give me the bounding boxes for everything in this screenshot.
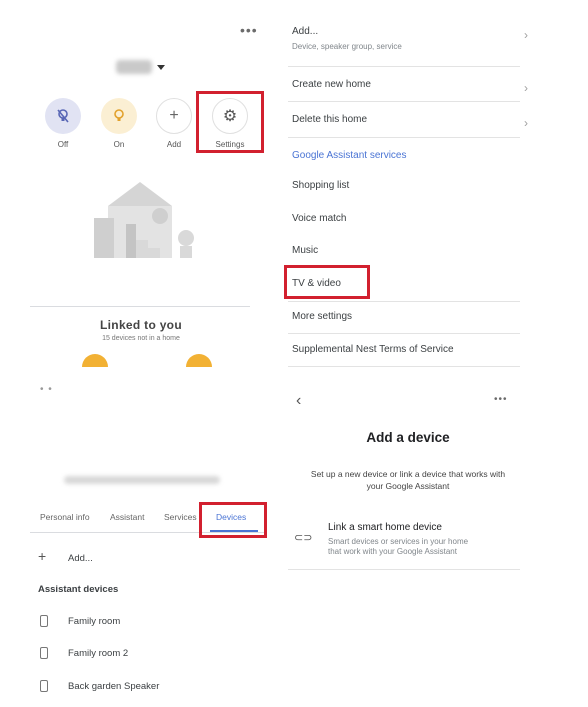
linked-subtitle: 15 devices not in a home [102, 335, 180, 342]
tab-personal-info[interactable]: Personal info [40, 512, 90, 522]
link-icon: ⊂⊃ [294, 532, 313, 544]
section-divider [30, 306, 250, 307]
device-name: Family room 2 [68, 648, 129, 659]
shopping-list-item[interactable]: Shopping list [292, 180, 522, 191]
create-home-row[interactable]: Create new home › [292, 79, 528, 95]
divider [288, 137, 520, 138]
link-smart-home-row[interactable]: ⊂⊃ Link a smart home device Smart device… [292, 520, 522, 566]
lights-off-button[interactable] [45, 98, 81, 134]
divider [288, 569, 520, 570]
nest-terms-item[interactable]: Supplemental Nest Terms of Service [292, 344, 522, 355]
device-name: Back garden Speaker [68, 681, 160, 692]
more-options-icon[interactable]: ••• [494, 394, 508, 405]
plus-icon: + [169, 107, 179, 124]
add-button[interactable]: + [156, 98, 192, 134]
music-item[interactable]: Music [292, 245, 522, 256]
bulb-off-icon [57, 109, 69, 123]
voice-match-item[interactable]: Voice match [292, 213, 522, 224]
subtitle-line: your Google Assistant [366, 481, 450, 491]
delete-home-row[interactable]: Delete this home › [292, 114, 528, 130]
tv-video-highlight [284, 265, 370, 299]
linked-title: Linked to you [100, 318, 182, 332]
add-device-panel: ‹ ••• Add a device Set up a new device o… [282, 378, 588, 707]
account-email-blurred [64, 476, 220, 484]
settings-highlight [196, 91, 264, 153]
page-title: Add a device [366, 430, 450, 445]
home-selector[interactable] [116, 58, 172, 76]
page-subtitle: Set up a new device or link a device tha… [290, 468, 526, 492]
linked-section: Linked to you 15 devices not in a home [0, 318, 282, 342]
more-settings-item[interactable]: More settings [292, 311, 522, 322]
chevron-right-icon: › [524, 81, 528, 95]
create-home-label: Create new home [292, 79, 371, 90]
device-name: Family room [68, 616, 121, 627]
chevron-right-icon: › [524, 28, 528, 42]
add-row-sublabel: Device, speaker group, service [292, 42, 402, 51]
link-subtitle: Smart devices or services in your home t… [328, 537, 468, 557]
home-illustration [94, 182, 194, 258]
off-label: Off [57, 140, 69, 149]
delete-home-label: Delete this home [292, 114, 368, 125]
home-panel: ••• + ⚙ Off On Add Settings Linked to yo… [0, 0, 282, 378]
settings-panel: Add... Device, speaker group, service › … [282, 0, 588, 378]
add-device-link[interactable]: Add... [68, 553, 93, 564]
chevron-right-icon: › [524, 116, 528, 130]
sun-icon [186, 354, 212, 367]
link-sub-line: that work with your Google Assistant [328, 547, 457, 556]
on-label: On [113, 140, 125, 149]
assistant-devices-heading: Assistant devices [38, 584, 119, 595]
more-options-icon[interactable]: ••• [240, 22, 258, 38]
devices-tab-highlight [199, 502, 267, 538]
speaker-icon [40, 680, 48, 692]
add-label: Add [166, 140, 182, 149]
divider [288, 66, 520, 67]
plus-icon[interactable]: + [38, 548, 46, 564]
speaker-icon [40, 647, 48, 659]
divider [288, 366, 520, 367]
assistant-services-heading: Google Assistant services [292, 150, 407, 161]
tab-services[interactable]: Services [164, 512, 197, 522]
divider [288, 333, 520, 334]
account-devices-panel: • • Personal info Assistant Services Dev… [0, 378, 282, 707]
add-row-label: Add... [292, 26, 319, 37]
add-device-row[interactable]: Add... Device, speaker group, service › [292, 26, 528, 51]
tab-assistant[interactable]: Assistant [110, 512, 145, 522]
link-sub-line: Smart devices or services in your home [328, 537, 469, 546]
divider [288, 101, 520, 102]
subtitle-line: Set up a new device or link a device tha… [310, 469, 506, 479]
home-name-blurred [116, 60, 152, 75]
sun-icon [82, 354, 108, 367]
lights-on-button[interactable] [101, 98, 137, 134]
chevron-down-icon [157, 64, 165, 70]
speaker-icon [40, 615, 48, 627]
back-arrow-icon[interactable]: ‹ [296, 392, 301, 410]
bulb-on-icon [114, 109, 124, 121]
back-icon[interactable]: • • [40, 384, 53, 395]
link-title: Link a smart home device [328, 522, 442, 533]
divider [288, 301, 520, 302]
